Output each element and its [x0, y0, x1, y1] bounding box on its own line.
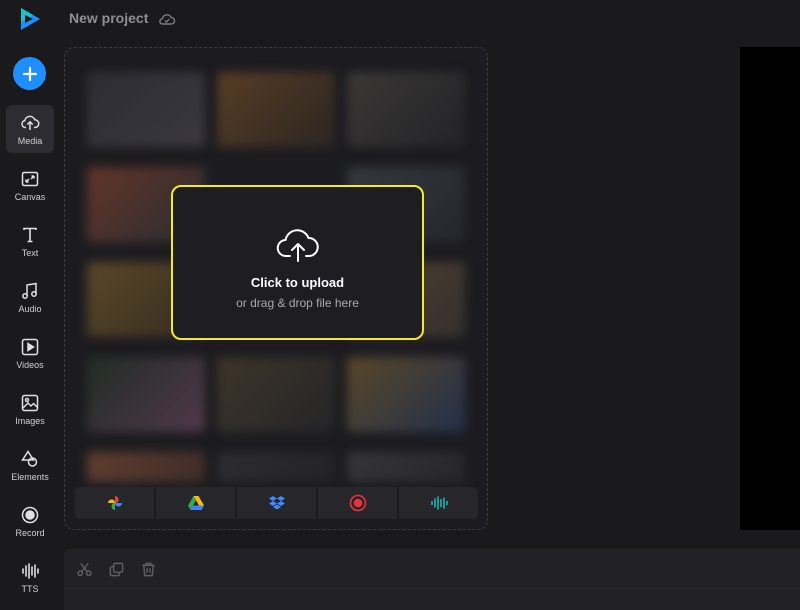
sidebar-item-images[interactable]: Images: [6, 385, 54, 433]
upload-subtitle: or drag & drop file here: [236, 296, 359, 310]
resize-icon: [21, 171, 39, 186]
project-title[interactable]: New project: [69, 10, 148, 26]
record-icon: [21, 506, 39, 523]
sidebar-item-record[interactable]: Record: [6, 497, 54, 545]
google-photos-icon: [107, 496, 122, 510]
sidebar-item-elements[interactable]: Elements: [6, 441, 54, 489]
import-sources-bar: [75, 487, 478, 519]
audio-wave-icon: [430, 496, 448, 510]
sidebar-item-label: Canvas: [14, 191, 46, 202]
sidebar-item-label: Videos: [16, 359, 44, 370]
sidebar: Media Canvas Text Audio Videos Images El…: [0, 40, 60, 610]
text-t-icon: [23, 227, 37, 242]
dropbox-button[interactable]: [237, 487, 316, 519]
thumbnail: [87, 357, 205, 432]
music-note-icon: [22, 282, 37, 299]
shapes-icon: [21, 449, 38, 467]
record-icon: [349, 494, 366, 512]
thumbnail: [217, 452, 335, 482]
cloud-sync-icon: [158, 11, 176, 27]
google-photos-button[interactable]: [75, 487, 154, 519]
duplicate-icon: [109, 562, 123, 576]
record-source-button[interactable]: [318, 487, 397, 519]
video-preview[interactable]: [740, 47, 800, 530]
trash-icon: [141, 562, 155, 576]
thumbnail: [347, 72, 465, 147]
google-drive-icon: [187, 496, 204, 510]
dropbox-icon: [268, 496, 285, 510]
sidebar-item-label: Images: [15, 415, 45, 426]
google-drive-button[interactable]: [156, 487, 235, 519]
plus-icon: [22, 66, 37, 81]
split-button[interactable]: [74, 559, 94, 579]
thumbnail: [87, 72, 205, 147]
timeline-divider: [64, 588, 800, 589]
sidebar-item-canvas[interactable]: Canvas: [6, 161, 54, 209]
sidebar-item-label: TTS: [21, 583, 39, 594]
sidebar-item-label: Elements: [11, 471, 49, 482]
waveform-icon: [22, 562, 39, 579]
upload-dropzone[interactable]: Click to upload or drag & drop file here: [171, 185, 424, 340]
thumbnail: [347, 452, 465, 482]
image-icon: [21, 394, 39, 411]
sidebar-item-media[interactable]: Media: [6, 105, 54, 153]
sidebar-item-tts[interactable]: TTS: [6, 553, 54, 601]
scissors-icon: [76, 562, 92, 576]
sidebar-item-label: Audio: [18, 303, 42, 314]
audio-source-button[interactable]: [399, 487, 478, 519]
sidebar-item-label: Record: [15, 527, 45, 538]
media-panel: Click to upload or drag & drop file here: [64, 47, 488, 530]
duplicate-button[interactable]: [106, 559, 126, 579]
thumbnail: [347, 357, 465, 432]
play-square-icon: [21, 338, 39, 355]
sidebar-item-label: Media: [17, 135, 43, 146]
sidebar-item-videos[interactable]: Videos: [6, 329, 54, 377]
timeline-panel: [64, 549, 800, 610]
top-bar: New project: [0, 0, 800, 40]
play-logo-icon[interactable]: [16, 5, 44, 33]
delete-button[interactable]: [138, 559, 158, 579]
sidebar-item-label: Text: [21, 247, 39, 258]
cloud-upload-icon: [276, 229, 319, 262]
thumbnail: [87, 452, 205, 482]
add-button[interactable]: [13, 57, 46, 90]
thumbnail: [217, 72, 335, 147]
sidebar-item-audio[interactable]: Audio: [6, 273, 54, 321]
upload-cloud-icon: [21, 115, 40, 130]
upload-title: Click to upload: [250, 275, 345, 290]
thumbnail: [217, 357, 335, 432]
sidebar-item-text[interactable]: Text: [6, 217, 54, 265]
